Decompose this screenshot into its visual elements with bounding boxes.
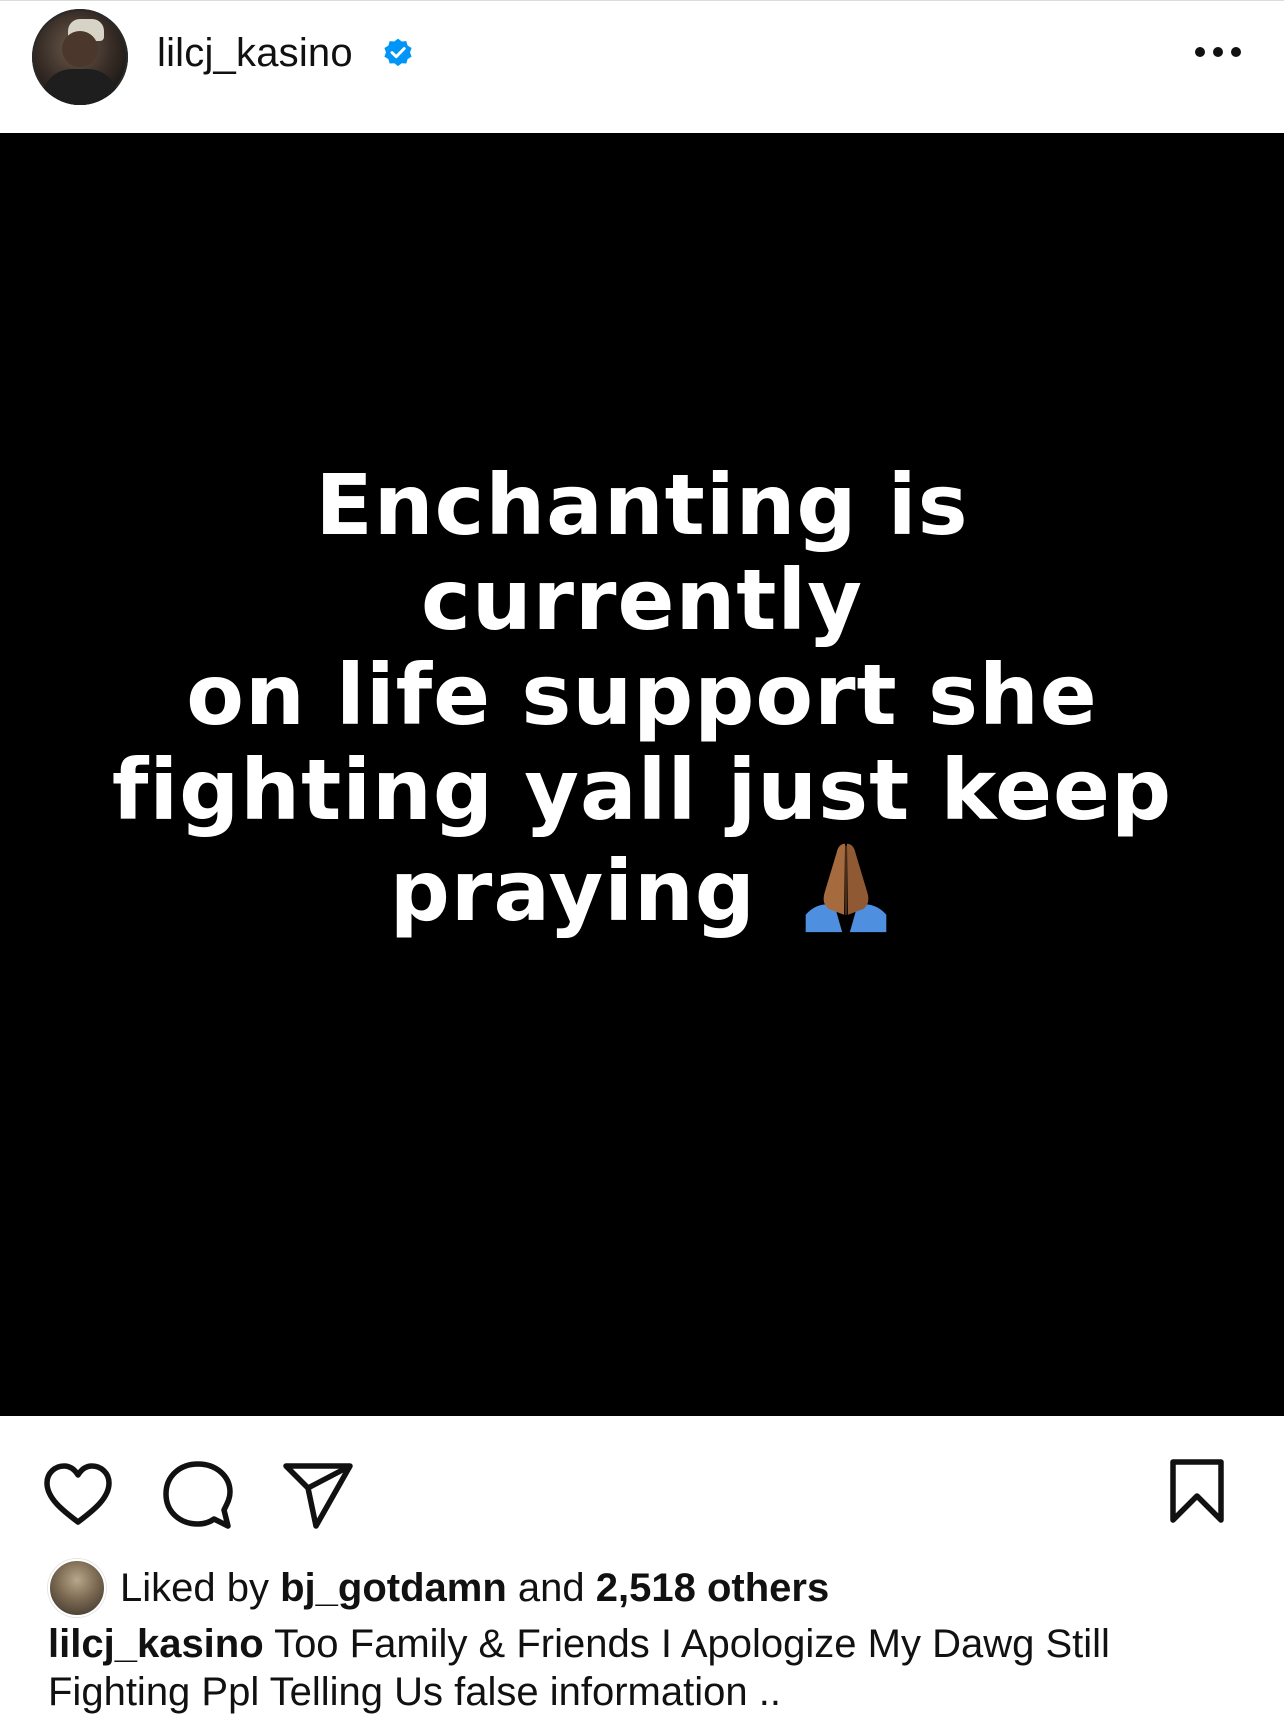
likes-summary[interactable]: Liked by bj_gotdamn and 2,518 others [48,1559,829,1617]
post-username[interactable]: lilcj_kasino [157,27,353,79]
profile-avatar[interactable] [32,9,128,105]
post-text-line: fighting yall just keep [111,741,1173,839]
post-image-text: Enchanting is currently on life support … [80,458,1204,939]
avatar-face [62,31,98,67]
likes-and: and [517,1565,585,1610]
post-actions [0,1416,1284,1556]
post-text-line: Enchanting is currently [315,456,969,649]
post-text-line-last: praying [80,838,1204,939]
post-text-line: on life support she [186,646,1098,744]
likes-count[interactable]: 2,518 others [596,1566,829,1611]
liker-avatar [48,1559,106,1617]
liker-username[interactable]: bj_gotdamn [280,1566,507,1611]
likes-prefix: Liked by [120,1565,269,1610]
post-image[interactable]: Enchanting is currently on life support … [0,133,1284,1416]
heart-icon[interactable] [42,1462,114,1528]
post-header: lilcj_kasino [0,0,1284,133]
send-icon[interactable] [282,1460,354,1532]
avatar-shirt [42,69,118,105]
caption-username[interactable]: lilcj_kasino [48,1622,264,1666]
bookmark-icon[interactable] [1168,1458,1226,1524]
post-caption: lilcj_kasino Too Family & Friends I Apol… [48,1620,1248,1716]
verified-badge-icon [384,38,412,67]
comment-icon[interactable] [162,1460,234,1532]
post-text-line: praying [389,842,756,940]
praying-hands-icon [805,843,887,933]
more-horizontal-icon[interactable] [1190,37,1246,67]
